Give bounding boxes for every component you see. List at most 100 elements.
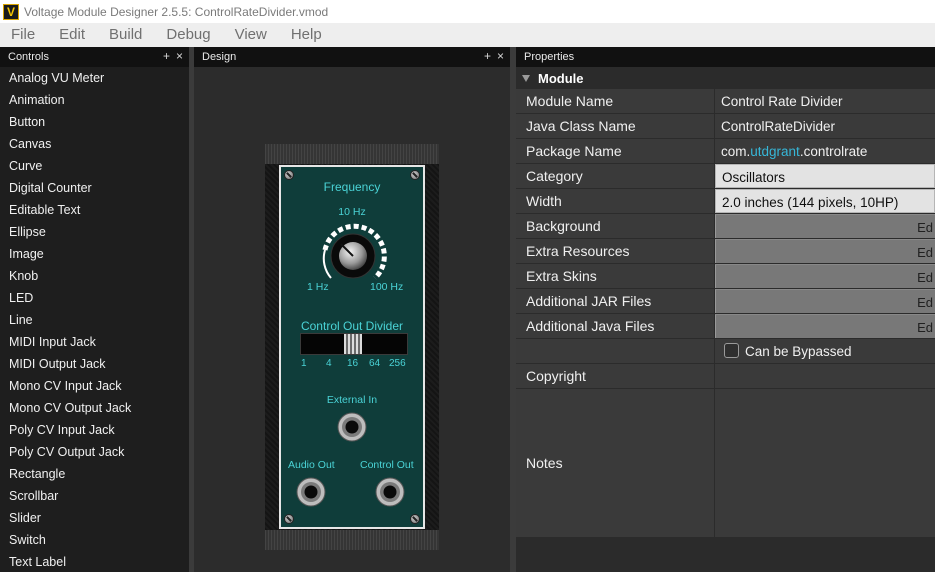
control-item[interactable]: Poly CV Output Jack [0,441,189,463]
notes-field[interactable] [715,389,935,537]
control-item[interactable]: Image [0,243,189,265]
prop-extra-skins: Extra Skins Ed [516,264,935,289]
window-title: Voltage Module Designer 2.5.5: ControlRa… [24,4,329,19]
module-name-field[interactable]: Control Rate Divider [715,89,935,113]
control-out-jack-icon[interactable] [374,476,406,508]
prop-key: Additional JAR Files [516,289,715,313]
package-name-field[interactable]: com.utdgrant.controlrate [715,139,935,163]
prop-key: Notes [516,389,715,537]
collapse-triangle-icon[interactable] [522,74,530,82]
design-close-icon[interactable]: × [497,49,504,63]
java-files-edit-button[interactable]: Ed [715,314,935,338]
bypass-label[interactable]: Can be Bypassed [745,344,852,359]
category-field[interactable]: Oscillators [715,164,935,188]
bypass-cell: Can be Bypassed [715,339,935,363]
properties-empty-area [516,537,935,567]
control-item[interactable]: Line [0,309,189,331]
control-item[interactable]: Rectangle [0,463,189,485]
edit-button-label: Ed [917,270,933,285]
freq-top-label[interactable]: 10 Hz [281,206,423,218]
package-highlight: utdgrant [750,144,800,159]
java-class-field[interactable]: ControlRateDivider [715,114,935,138]
control-item[interactable]: Digital Counter [0,177,189,199]
properties-panel: Properties Module Module Name Control Ra… [516,47,935,572]
design-plus-icon[interactable]: + [484,49,491,63]
menu-help[interactable]: Help [279,23,334,47]
module-faceplate[interactable]: Frequency 10 Hz 1 Hz 100 Hz Control Out … [279,165,425,529]
menu-file[interactable]: File [0,23,47,47]
divider-tick[interactable]: 256 [389,358,406,369]
audio-out-label[interactable]: Audio Out [288,459,335,471]
controls-list: Analog VU Meter Animation Button Canvas … [0,67,189,572]
control-item[interactable]: Button [0,111,189,133]
edit-button-label: Ed [917,220,933,235]
prop-key-empty [516,339,715,363]
copyright-field[interactable] [715,364,935,388]
external-in-label[interactable]: External In [281,394,423,406]
divider-tick[interactable]: 64 [369,358,380,369]
control-item[interactable]: Ellipse [0,221,189,243]
menu-view[interactable]: View [223,23,279,47]
control-out-label[interactable]: Control Out [360,459,414,471]
audio-out-jack-icon[interactable] [295,476,327,508]
jar-files-edit-button[interactable]: Ed [715,289,935,313]
divider-slider[interactable] [300,333,408,355]
control-item[interactable]: Scrollbar [0,485,189,507]
title-bar: V Voltage Module Designer 2.5.5: Control… [0,0,935,23]
divider-label[interactable]: Control Out Divider [281,319,423,333]
controls-panel-header: Controls + × [0,47,189,67]
extra-skins-edit-button[interactable]: Ed [715,264,935,288]
control-item[interactable]: Mono CV Output Jack [0,397,189,419]
controls-plus-icon[interactable]: + [163,49,170,63]
module-section-title: Module [538,70,584,86]
control-item[interactable]: Poly CV Input Jack [0,419,189,441]
control-item[interactable]: LED [0,287,189,309]
control-item[interactable]: Text Label [0,551,189,572]
control-item[interactable]: Animation [0,89,189,111]
prop-key: Additional Java Files [516,314,715,338]
external-in-jack-icon[interactable] [336,411,368,443]
control-item[interactable]: MIDI Output Jack [0,353,189,375]
divider-tick[interactable]: 4 [326,358,332,369]
freq-max-label[interactable]: 100 Hz [370,281,403,293]
menu-debug[interactable]: Debug [154,23,222,47]
controls-close-icon[interactable]: × [176,49,183,63]
divider-tick[interactable]: 16 [347,358,358,369]
control-item[interactable]: Canvas [0,133,189,155]
control-item[interactable]: Editable Text [0,199,189,221]
control-item[interactable]: Curve [0,155,189,177]
app-logo-icon: V [3,3,19,20]
prop-key: Java Class Name [516,114,715,138]
control-item[interactable]: Slider [0,507,189,529]
package-suffix: .controlrate [799,144,868,159]
prop-java-class: Java Class Name ControlRateDivider [516,114,935,139]
control-item[interactable]: Analog VU Meter [0,67,189,89]
width-field[interactable]: 2.0 inches (144 pixels, 10HP) [715,189,935,213]
edit-button-label: Ed [917,295,933,310]
prop-key: Extra Resources [516,239,715,263]
prop-width: Width 2.0 inches (144 pixels, 10HP) [516,189,935,214]
package-prefix: com. [721,144,751,159]
prop-jar-files: Additional JAR Files Ed [516,289,935,314]
control-item[interactable]: Mono CV Input Jack [0,375,189,397]
prop-key: Background [516,214,715,238]
design-canvas[interactable]: Frequency 10 Hz 1 Hz 100 Hz Control Out … [194,67,510,572]
control-item[interactable]: Switch [0,529,189,551]
frequency-label[interactable]: Frequency [281,180,423,194]
prop-package: Package Name com.utdgrant.controlrate [516,139,935,164]
control-item[interactable]: MIDI Input Jack [0,331,189,353]
menu-edit[interactable]: Edit [47,23,97,47]
edit-button-label: Ed [917,245,933,260]
background-edit-button[interactable]: Ed [715,214,935,238]
bypass-checkbox[interactable] [724,343,739,359]
slider-handle[interactable] [344,334,362,354]
design-panel: Design + × Frequency 10 Hz 1 Hz 100 Hz C… [194,47,510,572]
freq-min-label[interactable]: 1 Hz [307,281,329,293]
menu-build[interactable]: Build [97,23,154,47]
prop-notes: Notes [516,389,935,537]
divider-tick[interactable]: 1 [301,358,307,369]
extra-resources-edit-button[interactable]: Ed [715,239,935,263]
properties-panel-header: Properties [516,47,935,67]
control-item[interactable]: Knob [0,265,189,287]
module-section-header[interactable]: Module [516,67,935,89]
